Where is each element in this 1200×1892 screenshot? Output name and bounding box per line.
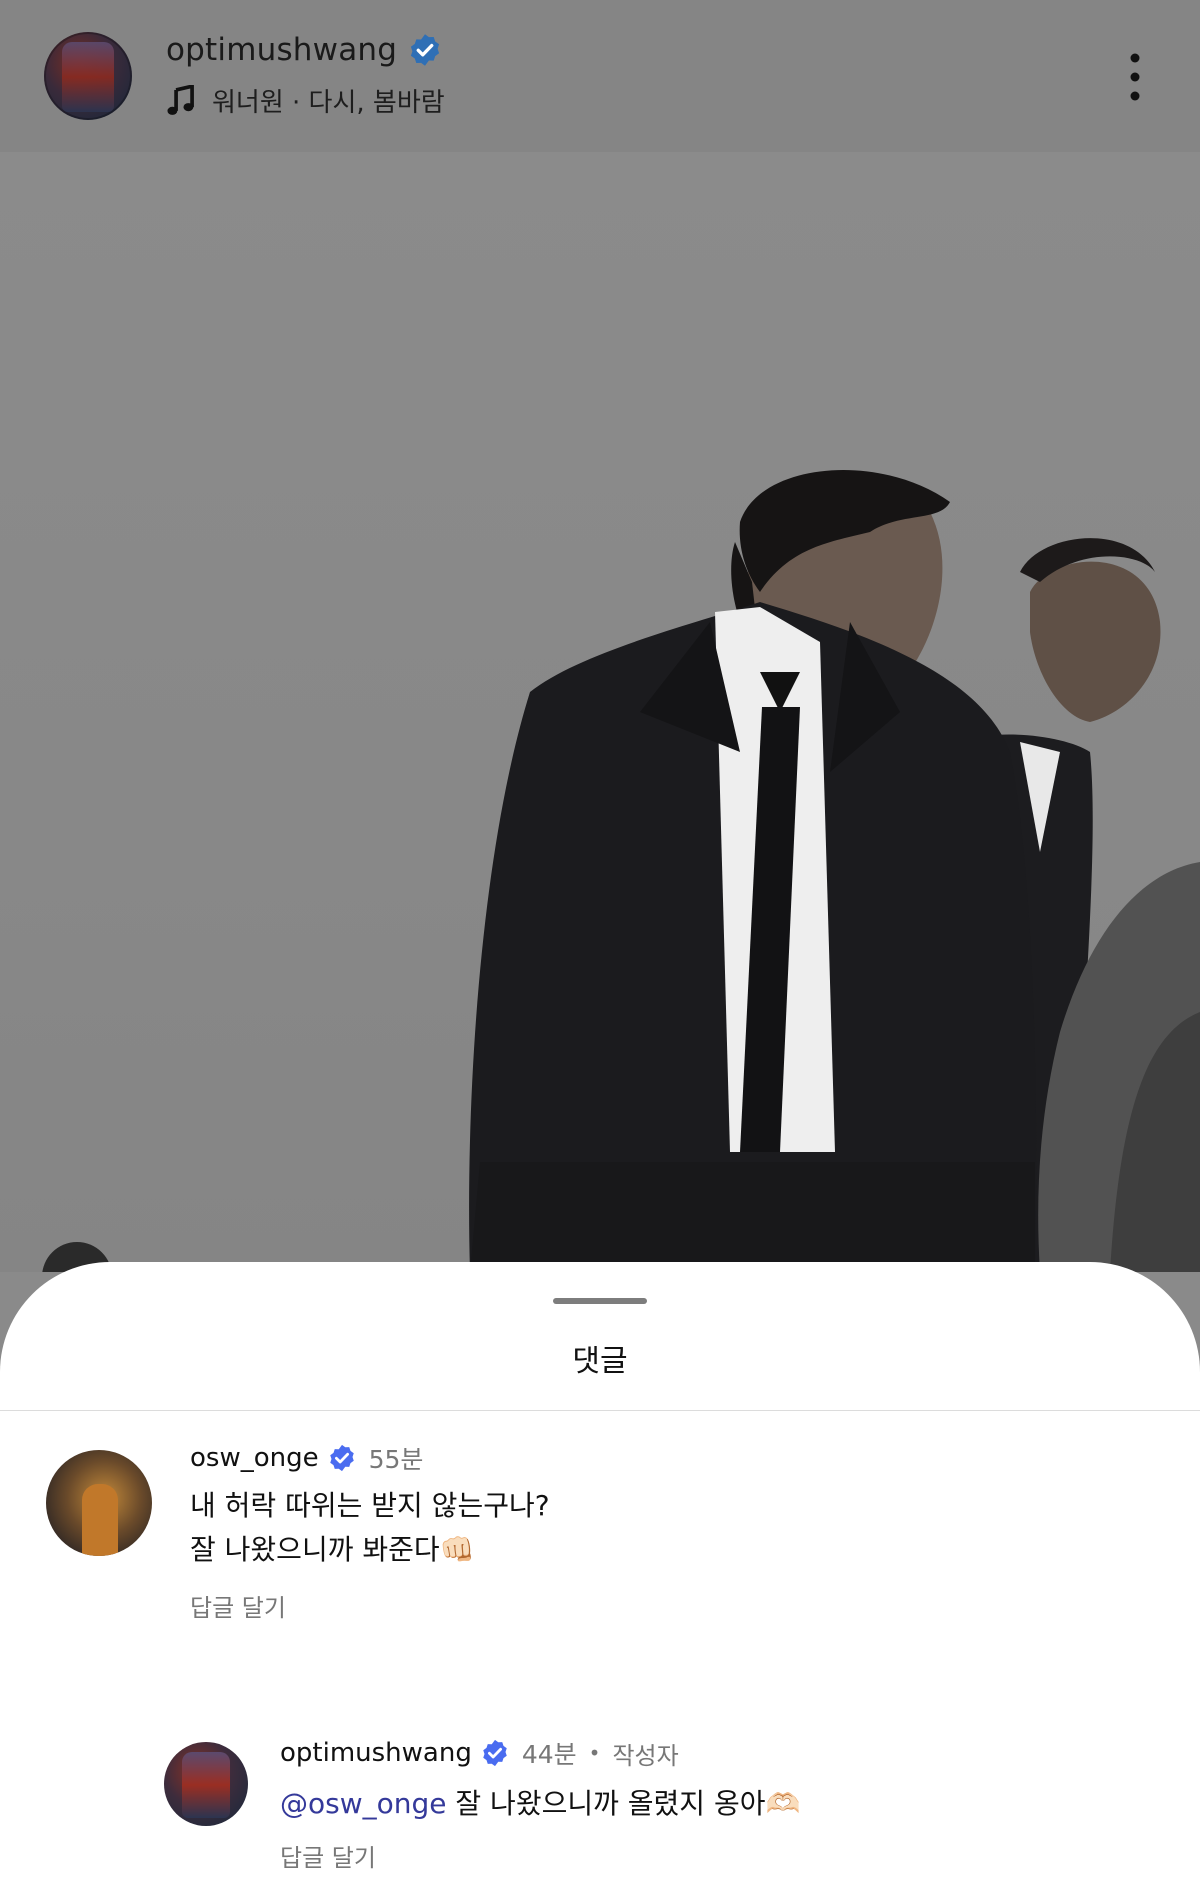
music-info[interactable]: 워너원 · 다시, 봄바람	[166, 82, 445, 119]
verified-badge-icon	[411, 34, 440, 66]
comment-text: @osw_onge 잘 나왔으니까 올렸지 옹아🫶🏻	[280, 1782, 800, 1826]
comments-sheet: 댓글 osw_onge 55분 내 허락 따위는 받지 않는구나? 잘 나왔으니…	[0, 1262, 1200, 1892]
post-header: optimushwang 워너원 · 다시, 봄바람	[0, 0, 1200, 152]
photo-figures	[469, 469, 1200, 1272]
header-username[interactable]: optimushwang	[166, 32, 397, 68]
comment-body: 잘 나왔으니까 올렸지 옹아🫶🏻	[446, 1787, 801, 1820]
music-note-icon	[167, 84, 194, 115]
avatar-figure	[182, 1752, 230, 1818]
reply-button[interactable]: 답글 달기	[280, 1838, 376, 1873]
verified-badge-icon	[483, 1739, 507, 1767]
commenter-avatar[interactable]	[164, 1742, 248, 1826]
comment-time: 44분	[521, 1740, 577, 1769]
post-photo[interactable]	[0, 152, 1200, 1272]
mention-link[interactable]: @osw_onge	[280, 1787, 447, 1820]
author-badge: 작성자	[612, 1741, 679, 1770]
more-vertical-icon[interactable]	[1120, 52, 1150, 102]
comment-username[interactable]: optimushwang	[280, 1738, 472, 1768]
avatar-figure	[62, 42, 114, 112]
music-title: 워너원 · 다시, 봄바람	[212, 88, 445, 118]
header-user[interactable]: optimushwang	[166, 32, 443, 68]
profile-avatar[interactable]	[44, 32, 132, 120]
comment-header: optimushwang 44분 • 작성자	[280, 1735, 679, 1771]
separator-dot: •	[588, 1741, 601, 1765]
reply-comment-item: optimushwang 44분 • 작성자 @osw_onge 잘 나왔으니까…	[0, 1262, 1200, 1892]
